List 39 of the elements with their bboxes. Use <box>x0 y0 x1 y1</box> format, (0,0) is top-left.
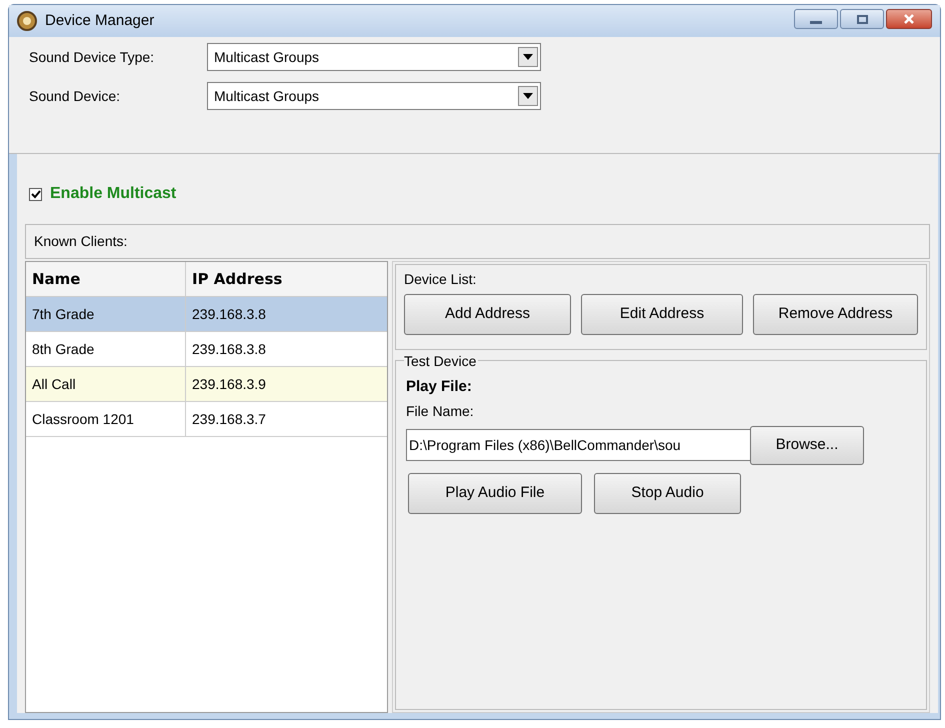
app-icon <box>17 11 37 31</box>
browse-button[interactable]: Browse... <box>750 426 864 464</box>
table-cell: All Call <box>26 367 186 401</box>
minimize-button[interactable] <box>794 9 838 29</box>
audio-button[interactable]: Play Audio File <box>408 472 582 514</box>
table-cell: 8th Grade <box>26 332 186 366</box>
field-label: Sound Device Type: <box>29 48 156 67</box>
checkbox-label[interactable]: Enable Multicast <box>50 182 176 206</box>
table-cell: 7th Grade <box>26 297 186 331</box>
maximize-button[interactable] <box>840 9 884 29</box>
dropdown-value: Multicast Groups <box>214 48 320 67</box>
column-header[interactable]: Name <box>26 262 186 296</box>
group-title: Device List: <box>404 270 478 289</box>
checkbox[interactable] <box>29 188 42 200</box>
close-button[interactable] <box>886 9 932 29</box>
table-row[interactable]: 7th Grade 239.168.3.8 <box>26 297 387 332</box>
column-header[interactable]: IP Address <box>186 262 387 296</box>
table-cell-text: 239.168.3.7 <box>191 410 267 428</box>
audio-button[interactable]: Stop Audio <box>594 472 741 514</box>
file-name-field[interactable]: D:\Program Files (x86)\BellCommander\sou <box>406 429 752 461</box>
address-button[interactable]: Remove Address <box>753 294 918 335</box>
table-cell-text: 239.168.3.8 <box>191 340 267 358</box>
field-label: Sound Device: <box>29 86 122 106</box>
table-row[interactable]: Classroom 1201 239.168.3.7 <box>26 402 387 437</box>
group-title: Known Clients: <box>34 232 128 251</box>
table-cell: Classroom 1201 <box>26 402 186 436</box>
window-title: Device Manager <box>45 10 154 31</box>
address-button[interactable]: Edit Address <box>581 294 743 335</box>
table-cell-text: 239.168.3.8 <box>191 304 267 324</box>
dropdown[interactable]: Multicast Groups <box>207 82 541 110</box>
table-row[interactable]: 8th Grade 239.168.3.8 <box>26 332 387 367</box>
field-label: File Name: <box>406 402 475 420</box>
dropdown[interactable]: Multicast Groups <box>207 43 541 71</box>
table-row[interactable]: All Call 239.168.3.9 <box>26 367 387 402</box>
dropdown-value: Multicast Groups <box>214 86 320 106</box>
address-button[interactable]: Add Address <box>404 294 571 335</box>
table-cell-text: 239.168.3.9 <box>191 374 267 394</box>
section-heading: Play File: <box>406 377 473 397</box>
close-icon <box>903 14 915 24</box>
